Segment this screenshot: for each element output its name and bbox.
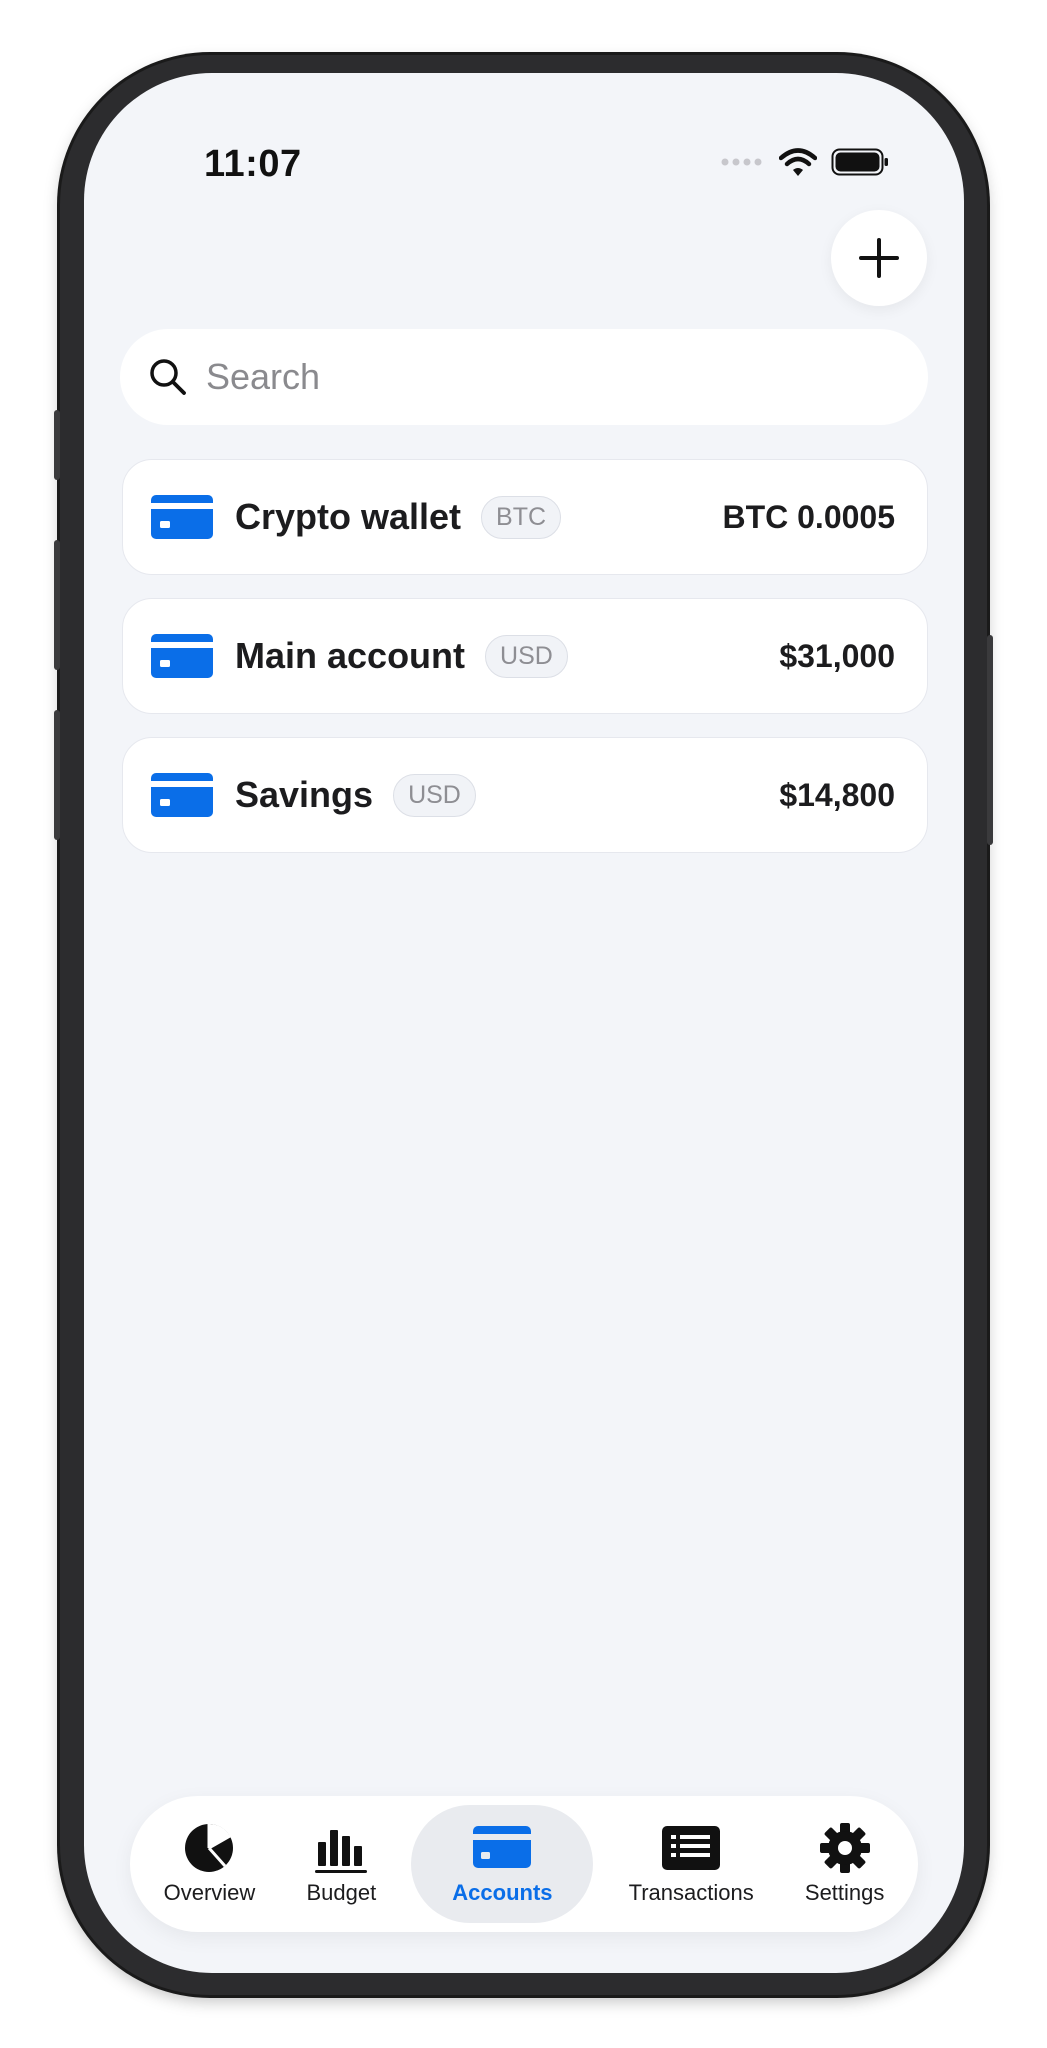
device-frame: 11:07 Search Crypto wallet BTC BTC 0.000… [54, 55, 993, 1995]
volume-down-button [54, 710, 60, 840]
app-screen: 11:07 Search Crypto wallet BTC BTC 0.000… [84, 73, 964, 1973]
credit-card-icon [473, 1826, 532, 1868]
mute-switch [54, 410, 60, 480]
battery-icon [831, 148, 888, 176]
search-icon [148, 357, 188, 397]
tab-label: Overview [163, 1880, 256, 1905]
tab-label: Accounts [452, 1880, 553, 1905]
signal-icon [721, 158, 762, 166]
status-time: 11:07 [204, 143, 302, 185]
tab-settings[interactable]: Settings [789, 1805, 901, 1923]
tab-overview[interactable]: Overview [148, 1805, 272, 1923]
wifi-icon [779, 148, 817, 176]
currency-badge: USD [485, 634, 568, 678]
account-name: Main account [235, 635, 466, 676]
search-input[interactable] [204, 355, 888, 399]
power-button [987, 635, 993, 845]
tab-accounts[interactable]: Accounts [411, 1805, 594, 1923]
list-icon [662, 1826, 721, 1870]
tab-bar: Overview Budget Accounts Transactions Se… [130, 1796, 918, 1932]
add-account-button[interactable] [831, 210, 927, 306]
account-balance: BTC 0.0005 [722, 498, 895, 535]
currency-badge: BTC [481, 495, 562, 539]
status-indicators [721, 147, 889, 177]
account-balance: $31,000 [779, 637, 895, 674]
account-row-savings[interactable]: Savings USD $14,800 [122, 737, 928, 853]
tab-label: Transactions [628, 1880, 754, 1905]
accounts-list: Crypto wallet BTC BTC 0.0005 Main accoun… [122, 459, 928, 876]
credit-card-icon [151, 773, 213, 817]
tab-transactions[interactable]: Transactions [613, 1805, 770, 1923]
account-row-crypto-wallet[interactable]: Crypto wallet BTC BTC 0.0005 [122, 459, 928, 575]
plus-icon [859, 238, 899, 278]
account-balance: $14,800 [779, 776, 895, 813]
pie-chart-icon [185, 1823, 234, 1872]
tab-label: Budget [306, 1880, 377, 1905]
currency-badge: USD [393, 773, 476, 817]
credit-card-icon [151, 634, 213, 678]
volume-up-button [54, 540, 60, 670]
search-bar[interactable] [120, 329, 928, 425]
tab-budget[interactable]: Budget [290, 1805, 392, 1923]
account-name: Crypto wallet [235, 496, 462, 537]
tab-label: Settings [804, 1880, 885, 1905]
gear-icon [819, 1823, 870, 1873]
bar-chart-icon [315, 1830, 368, 1873]
account-name: Savings [235, 774, 374, 815]
account-row-main-account[interactable]: Main account USD $31,000 [122, 598, 928, 714]
credit-card-icon [151, 495, 213, 539]
